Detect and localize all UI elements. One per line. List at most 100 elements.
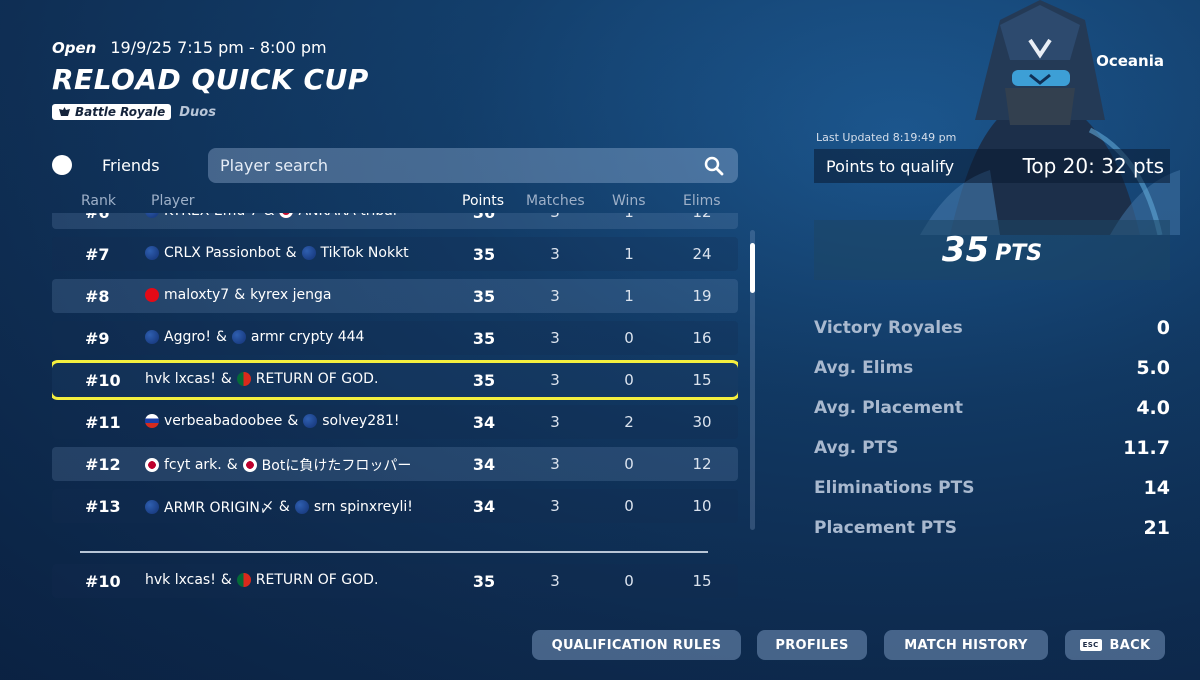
stat-label: Avg. PTS (814, 438, 899, 458)
player-cell[interactable]: maloxty7 & kyrex jenga (145, 287, 331, 303)
table-row[interactable]: #13 ARMR ORIGIN〆 & srn spinxreyli! 34 3 0 10 (52, 489, 738, 523)
rank-cell: #10 (85, 371, 121, 390)
elims-cell: 15 (692, 572, 712, 590)
own-team-row[interactable]: #10 hvk lxcas! & RETURN OF GOD. 35 3 0 15 (52, 564, 738, 598)
qualification-rules-button[interactable]: QUALIFICATION RULES (532, 630, 741, 660)
points-cell: 34 (472, 497, 496, 516)
elims-cell: 15 (692, 371, 712, 389)
stat-row: Avg. PTS 11.7 (814, 428, 1170, 468)
flag-jp-icon (145, 458, 159, 472)
stat-row: Avg. Elims 5.0 (814, 348, 1170, 388)
header-elims[interactable]: Elims (683, 193, 721, 209)
elims-cell: 24 (692, 245, 712, 263)
elims-cell: 12 (692, 455, 712, 473)
player-cell[interactable]: verbeabadoobee & solvey281! (145, 413, 400, 429)
mode-badge: Battle Royale (52, 104, 172, 120)
toggle-knob[interactable] (52, 155, 72, 175)
player-name: RETURN OF GOD. (255, 572, 379, 588)
profiles-button[interactable]: PROFILES (757, 630, 867, 660)
points-cell: 35 (472, 329, 496, 348)
flag-ru-icon (145, 414, 159, 428)
leaderboard-list[interactable]: #6KYREX Emu 7&ANKARA tribal363112#7CRLX … (52, 213, 738, 539)
stats-list: Victory Royales 0 Avg. Elims 5.0 Avg. Plac… (814, 308, 1170, 548)
player-cell[interactable]: Aggro! & armr crypty 444 (145, 329, 364, 345)
friends-toggle[interactable]: Friends (52, 155, 160, 175)
player-name: hvk lxcas! (145, 371, 216, 387)
player-name: armr crypty 444 (250, 329, 365, 345)
player-name: fcyt ark. (164, 457, 222, 473)
event-status: Open (52, 39, 97, 57)
back-label: BACK (1109, 637, 1151, 653)
points-cell: 35 (472, 287, 496, 306)
table-row[interactable]: #6 KYREX Emu 7& ANKARA tribal 36 3 1 12 (52, 213, 738, 229)
matches-cell: 3 (550, 287, 560, 305)
flag-au-icon (294, 500, 309, 514)
wins-cell: 1 (622, 213, 636, 221)
stat-value: 14 (1143, 477, 1170, 499)
qualify-value: Top 20: 32 pts (1022, 154, 1164, 178)
qualify-box: Points to qualify Top 20: 32 pts (814, 149, 1170, 183)
player-name: solvey281! (322, 413, 400, 429)
player-cell[interactable]: CRLX Passionbot & TikTok Nokkt (145, 245, 409, 261)
team-separator: & (234, 287, 246, 303)
table-row[interactable]: #8 maloxty7 & kyrex jenga 35 3 1 19 (52, 279, 738, 313)
flag-pt-icon (236, 372, 251, 386)
stat-row: Eliminations PTS 14 (814, 468, 1170, 508)
table-row[interactable]: #12 fcyt ark. & Botに負けたフロッパー 34 3 0 12 (52, 447, 738, 481)
back-button[interactable]: ESC BACK (1065, 630, 1165, 660)
total-points: 35 (941, 230, 990, 270)
table-row[interactable]: #7 CRLX Passionbot & TikTok Nokkt 35 3 1 24 (52, 237, 738, 271)
team-separator: & (287, 413, 299, 429)
player-name: maloxty7 (164, 287, 230, 303)
player-name: hvk lxcas! (145, 572, 216, 588)
points-cell: 36 (472, 213, 496, 222)
header-wins[interactable]: Wins (612, 193, 646, 209)
table-row[interactable]: #9 Aggro! & armr crypty 444 35 3 0 16 (52, 321, 738, 355)
stat-label: Avg. Placement (814, 398, 964, 418)
stat-label: Victory Royales (814, 318, 963, 338)
player-name: srn spinxreyli! (313, 499, 413, 515)
region-label: Oceania (1096, 52, 1164, 70)
player-cell[interactable]: fcyt ark. & Botに負けたフロッパー (145, 455, 411, 475)
search-icon[interactable] (704, 156, 724, 176)
qualify-label: Points to qualify (826, 156, 955, 176)
player-name: CRLX Passionbot (164, 245, 281, 261)
elims-cell: 30 (692, 413, 712, 431)
table-header: Rank Player Points Matches Wins Elims (52, 193, 738, 213)
player-cell[interactable]: KYREX Emu 7& ANKARA tribal (145, 213, 397, 219)
match-history-label: MATCH HISTORY (904, 637, 1028, 653)
player-cell[interactable]: hvk lxcas! & RETURN OF GOD. (145, 572, 378, 588)
search-input[interactable] (220, 156, 660, 175)
stat-value: 11.7 (1123, 437, 1170, 459)
player-name: kyrex jenga (250, 287, 332, 303)
rank-cell: #11 (85, 413, 121, 432)
player-name: TikTok Nokkt (320, 245, 409, 261)
player-name: verbeabadoobee (164, 413, 283, 429)
matches-cell: 3 (550, 245, 560, 263)
elims-cell: 12 (688, 213, 716, 221)
table-row[interactable]: #11 verbeabadoobee & solvey281! 34 3 2 30 (52, 405, 738, 439)
table-row[interactable]: #10 hvk lxcas! & RETURN OF GOD. 35 3 0 15 (52, 360, 738, 400)
player-cell[interactable]: ARMR ORIGIN〆 & srn spinxreyli! (145, 497, 413, 517)
friends-label: Friends (102, 155, 160, 175)
team-separator: & (220, 371, 232, 387)
matches-cell: 3 (550, 455, 560, 473)
matches-cell: 3 (550, 572, 560, 590)
match-history-button[interactable]: MATCH HISTORY (884, 630, 1048, 660)
player-cell[interactable]: hvk lxcas! & RETURN OF GOD. (145, 371, 378, 387)
player-name: Aggro! (164, 329, 211, 345)
wins-cell: 0 (624, 497, 634, 515)
header-matches[interactable]: Matches (526, 193, 585, 209)
event-time: 19/9/25 7:15 pm - 8:00 pm (110, 38, 327, 57)
rank-cell: #8 (85, 287, 110, 306)
scrollbar-thumb[interactable] (750, 242, 755, 293)
search-box[interactable] (208, 148, 738, 183)
team-separator: & (264, 213, 275, 219)
stat-row: Avg. Placement 4.0 (814, 388, 1170, 428)
header-points[interactable]: Points (462, 193, 504, 209)
rank-cell: #6 (85, 213, 110, 222)
player-name: RETURN OF GOD. (255, 371, 379, 387)
crown-icon (59, 107, 70, 116)
team-separator: & (220, 572, 232, 588)
points-cell: 34 (472, 455, 496, 474)
